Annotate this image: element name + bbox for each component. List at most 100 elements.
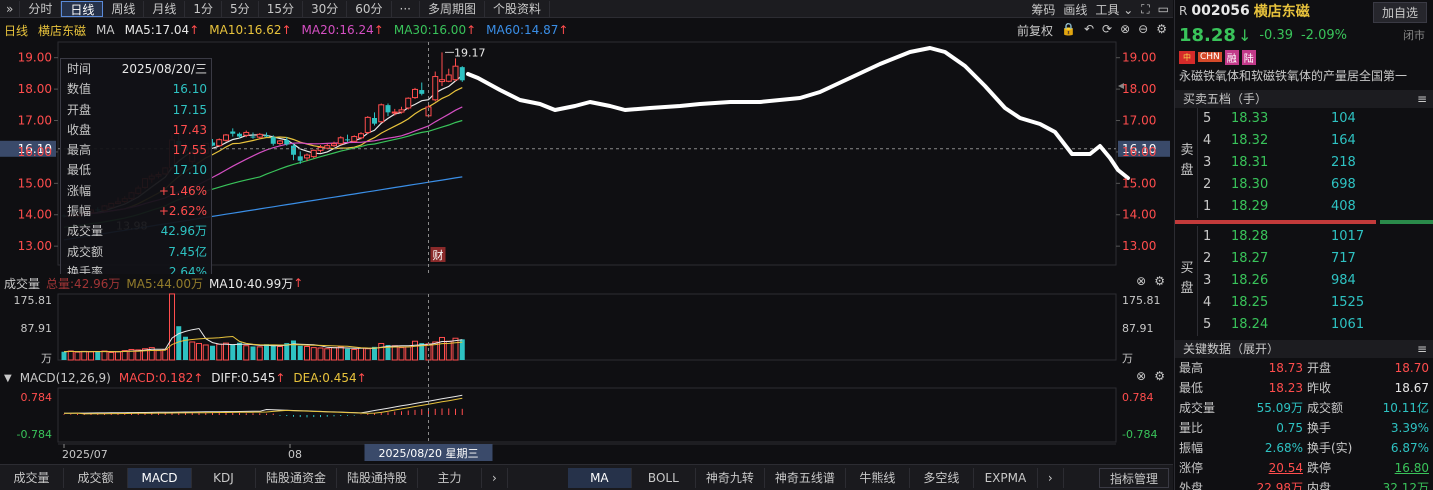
margin-tag[interactable]: 融 bbox=[1224, 49, 1239, 65]
date-label: 2025/07 bbox=[62, 448, 108, 461]
gear-icon[interactable]: ⚙ bbox=[1154, 274, 1165, 288]
candle-body bbox=[270, 137, 276, 144]
diff-value: DIFF:0.545 bbox=[211, 371, 276, 385]
minus-icon[interactable]: ⊖ bbox=[1138, 22, 1148, 39]
indicator-tab[interactable]: 陆股通持股 bbox=[337, 467, 419, 488]
overlay-tab[interactable]: 神奇五线谱 bbox=[765, 467, 846, 488]
info-row: 振幅 +2.62% bbox=[61, 201, 211, 221]
overlay-tab[interactable]: 神奇九转 bbox=[696, 467, 765, 488]
close-icon[interactable]: ⊗ bbox=[1136, 274, 1146, 288]
candle-body bbox=[419, 90, 425, 94]
macd-value: MACD:0.182 bbox=[118, 371, 194, 385]
volume-bar bbox=[345, 348, 350, 360]
candle-body bbox=[452, 65, 459, 81]
candle-body bbox=[412, 88, 418, 99]
macd-label[interactable]: MACD(12,26,9) bbox=[20, 371, 111, 385]
info-key: 振幅 bbox=[67, 204, 92, 219]
candle-body bbox=[378, 104, 385, 123]
orderbook-row[interactable]: 4 18.32 164 bbox=[1175, 130, 1433, 152]
overlay-tab[interactable]: EXPMA bbox=[974, 467, 1038, 488]
refresh-icon[interactable]: ⟳ bbox=[1102, 22, 1112, 39]
orderbook-row[interactable]: 3 18.31 218 bbox=[1175, 152, 1433, 174]
level-price: 18.32 bbox=[1231, 133, 1269, 148]
info-value: 17.15 bbox=[172, 102, 207, 117]
indicator-tab[interactable]: 陆股通资金 bbox=[256, 467, 338, 488]
info-row: 涨幅 +1.46% bbox=[61, 181, 211, 201]
indicator-manage-button[interactable]: 指标管理 bbox=[1098, 467, 1169, 488]
orderbook-row[interactable]: 4 18.25 1525 bbox=[1175, 292, 1433, 314]
arrow-up-icon: ↑ bbox=[281, 23, 292, 37]
add-watchlist-button[interactable]: 加自选 bbox=[1372, 2, 1427, 23]
volume-bar bbox=[169, 293, 175, 361]
volume-bar bbox=[317, 347, 324, 361]
price-tick-right: 15.00 bbox=[1122, 176, 1156, 190]
side-label-char: 盘 bbox=[1180, 163, 1194, 178]
keydata-row: 最高 18.73 开盘 18.70 bbox=[1175, 358, 1433, 378]
chevron-right-icon[interactable]: › bbox=[1038, 467, 1064, 488]
volume-bar bbox=[398, 347, 405, 361]
info-value: +2.62% bbox=[158, 204, 207, 219]
sell-side-label: 卖盘 bbox=[1177, 141, 1197, 181]
overlay-tab[interactable]: MA bbox=[567, 467, 632, 488]
candle-body bbox=[237, 133, 242, 137]
info-key: 涨幅 bbox=[67, 183, 92, 198]
volume-bar bbox=[452, 337, 459, 361]
info-row: 开盘 17.15 bbox=[61, 100, 211, 120]
crosshair-date: 2025/08/20 星期三 bbox=[379, 447, 479, 460]
orderbook-header[interactable]: 买卖五档（手） ≡ bbox=[1175, 90, 1433, 108]
price-tick-right: 17.00 bbox=[1122, 114, 1156, 128]
menu-icon[interactable]: ≡ bbox=[1417, 90, 1427, 108]
indicator-tab[interactable]: 成交额 bbox=[64, 467, 128, 488]
panel-frame bbox=[57, 387, 1117, 443]
volume-bar bbox=[230, 344, 236, 360]
side-label-char: 盘 bbox=[1180, 281, 1194, 296]
ma-label[interactable]: MA bbox=[96, 23, 115, 37]
menu-icon[interactable]: ≡ bbox=[1417, 340, 1427, 358]
level-number: 1 bbox=[1203, 229, 1212, 244]
undo-icon[interactable]: ↶ bbox=[1084, 22, 1094, 39]
info-key: 成交量 bbox=[67, 224, 104, 239]
volume-bar bbox=[277, 345, 283, 361]
gear-icon[interactable]: ⚙ bbox=[1156, 22, 1167, 39]
keydata-header[interactable]: 关键数据（展开） ≡ bbox=[1175, 340, 1433, 358]
volume-label[interactable]: 成交量 bbox=[4, 275, 40, 292]
close-icon[interactable]: ⊗ bbox=[1136, 369, 1146, 383]
price-tick-right: 19.00 bbox=[1122, 51, 1156, 65]
orderbook: 卖盘 5 18.33 104 4 18.32 164 3 18.31 218 2 18.30 698 1 1… bbox=[1175, 108, 1433, 336]
gear-icon[interactable]: ⚙ bbox=[1154, 369, 1165, 383]
overlay-tab[interactable]: 多空线 bbox=[910, 467, 974, 488]
candle-body bbox=[459, 67, 465, 81]
orderbook-row[interactable]: 1 18.29 408 bbox=[1175, 196, 1433, 218]
indicator-tab[interactable]: MACD bbox=[128, 467, 192, 488]
keydata-row: 涨停 20.54 跌停 16.80 bbox=[1175, 458, 1433, 478]
adjust-button[interactable]: 前复权 bbox=[1017, 22, 1053, 39]
overlay-tab[interactable]: BOLL bbox=[632, 467, 696, 488]
chevron-right-icon[interactable]: › bbox=[482, 467, 508, 488]
candle-body bbox=[391, 111, 398, 114]
lock-icon[interactable]: 🔒 bbox=[1061, 22, 1076, 39]
indicator-tab[interactable]: 主力 bbox=[418, 467, 483, 488]
price-tick-left: 13.00 bbox=[18, 239, 52, 253]
orderbook-row[interactable]: 2 18.30 698 bbox=[1175, 174, 1433, 196]
keydata-value: 10.11亿 bbox=[1382, 401, 1429, 415]
orderbook-row[interactable]: 5 18.24 1061 bbox=[1175, 314, 1433, 336]
close-icon[interactable]: ⊗ bbox=[1120, 22, 1130, 39]
orderbook-row[interactable]: 3 18.26 984 bbox=[1175, 270, 1433, 292]
orderbook-row[interactable]: 5 18.33 104 bbox=[1175, 108, 1433, 130]
indicator-tab[interactable]: KDJ bbox=[192, 467, 256, 488]
overlay-tab[interactable]: 牛熊线 bbox=[846, 467, 910, 488]
orderbook-row[interactable]: 2 18.27 717 bbox=[1175, 248, 1433, 270]
connect-tag[interactable]: 陆 bbox=[1241, 49, 1256, 65]
chn-tag[interactable]: CHN bbox=[1198, 52, 1222, 62]
volume-bar bbox=[108, 351, 115, 361]
collapse-icon[interactable]: ▼ bbox=[4, 373, 12, 384]
volume-bar bbox=[155, 350, 162, 361]
price-row: 18.28 ↓ -0.39 -2.09% 闭市 bbox=[1175, 22, 1433, 48]
arrow-up-icon: ↑ bbox=[293, 276, 304, 290]
volume-bar bbox=[196, 342, 202, 361]
orderbook-row[interactable]: 1 18.28 1017 bbox=[1175, 226, 1433, 248]
indicator-tab[interactable]: 成交量 bbox=[0, 467, 64, 488]
volume-bar bbox=[310, 347, 317, 361]
diff-line bbox=[63, 394, 463, 414]
keydata-key: 最高 bbox=[1179, 361, 1204, 375]
